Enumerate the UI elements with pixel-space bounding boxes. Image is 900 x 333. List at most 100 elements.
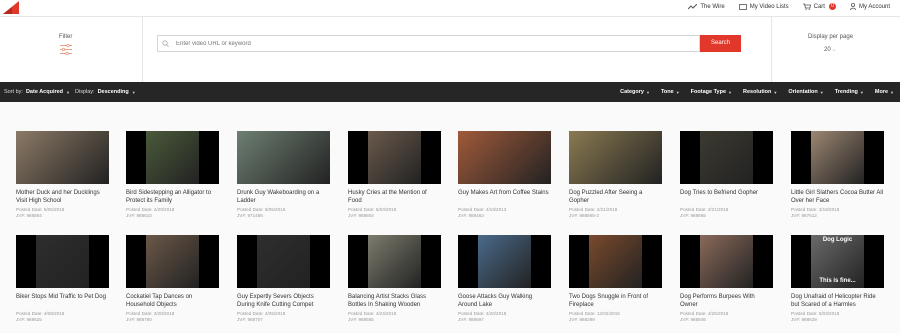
video-jv-number: JV#: 988846 xyxy=(680,317,706,322)
video-title[interactable]: Guy Makes Art from Coffee Stains xyxy=(458,189,551,205)
display-per-page: Display per page 20 ⌵ xyxy=(771,17,900,83)
video-frame xyxy=(237,131,330,184)
video-card[interactable]: Guy Makes Art from Coffee Stains Posted D… xyxy=(458,131,551,219)
video-frame xyxy=(589,235,642,288)
video-jv-number: JV#: 988865-2 xyxy=(569,213,599,218)
video-jv-number: JV#: 988804 xyxy=(348,213,374,218)
video-title[interactable]: Balancing Artist Stacks Glass Bottles In… xyxy=(348,293,441,309)
video-title[interactable]: Cockatiel Tap Dances on Household Object… xyxy=(126,293,219,309)
filter-category[interactable]: Category ▼ xyxy=(620,89,650,95)
video-title[interactable]: Dog Tries to Befriend Gopher xyxy=(680,189,773,205)
video-card[interactable]: Guy Expertly Severs Objects During Knife… xyxy=(237,235,330,323)
video-thumbnail[interactable] xyxy=(680,131,773,184)
video-jv-number: JV#: 988697 xyxy=(458,317,484,322)
video-title[interactable]: Dog Unafraid of Helicopter Ride but Scar… xyxy=(791,293,884,309)
video-thumbnail[interactable] xyxy=(126,235,219,288)
video-frame xyxy=(146,131,199,184)
display-per-page-label: Display per page xyxy=(808,34,854,40)
video-frame xyxy=(36,235,89,288)
video-thumbnail[interactable]: Dog Logic This is fine... xyxy=(791,235,884,288)
video-thumbnail[interactable] xyxy=(458,235,551,288)
chevron-down-icon: ▼ xyxy=(675,89,680,95)
cart-count-badge: 0 xyxy=(828,3,836,10)
display-order-label: Display: xyxy=(75,89,95,95)
video-frame xyxy=(257,235,310,288)
video-card[interactable]: Dog Performs Burpees With Owner Posted Da… xyxy=(680,235,773,323)
filter-orientation[interactable]: Orientation ▼ xyxy=(788,89,823,95)
video-thumbnail[interactable] xyxy=(791,131,884,184)
video-card[interactable]: Dog Puzzled After Seeing a Gopher Posted … xyxy=(569,131,662,219)
display-order-dropdown[interactable]: Display: Descending ▼ xyxy=(75,89,136,95)
top-bar: The Wire My Video Lists Cart 0 My Accoun… xyxy=(0,0,900,16)
video-thumbnail[interactable] xyxy=(237,131,330,184)
video-title[interactable]: Goose Attacks Guy Walking Around Lake xyxy=(458,293,551,309)
logo-icon[interactable] xyxy=(3,1,19,14)
video-title[interactable]: Guy Expertly Severs Objects During Knife… xyxy=(237,293,330,309)
search-panel: Filter Search Display per page 20 ⌵ xyxy=(0,16,900,83)
display-per-page-select[interactable]: 20 ⌵ xyxy=(824,47,835,53)
search-button[interactable]: Search xyxy=(700,35,741,52)
video-card[interactable]: Mother Duck and her Ducklings Visit High… xyxy=(16,131,109,219)
nav-my-account[interactable]: My Account xyxy=(850,3,890,10)
filter-tone[interactable]: Tone ▼ xyxy=(661,89,680,95)
video-thumbnail[interactable] xyxy=(348,235,441,288)
video-card[interactable]: Balancing Artist Stacks Glass Bottles In… xyxy=(348,235,441,323)
video-frame xyxy=(700,131,753,184)
video-title[interactable]: Dog Puzzled After Seeing a Gopher xyxy=(569,189,662,205)
video-card[interactable]: Drunk Guy Wakeboarding on a Ladder Posted… xyxy=(237,131,330,219)
video-card[interactable]: Two Dogs Snuggle in Front of Fireplace Po… xyxy=(569,235,662,323)
video-thumbnail[interactable] xyxy=(126,131,219,184)
video-thumbnail[interactable] xyxy=(458,131,551,184)
video-thumbnail[interactable] xyxy=(569,131,662,184)
video-card[interactable]: Dog Tries to Befriend Gopher Posted Date:… xyxy=(680,131,773,219)
display-order-value: Descending xyxy=(97,89,129,95)
video-title[interactable]: Drunk Guy Wakeboarding on a Ladder xyxy=(237,189,330,205)
search-input[interactable] xyxy=(157,35,700,52)
video-card[interactable]: Goose Attacks Guy Walking Around Lake Pos… xyxy=(458,235,551,323)
nav-video-lists-label: My Video Lists xyxy=(749,3,789,10)
video-title[interactable]: Little Girl Slathers Cocoa Butter All Ov… xyxy=(791,189,884,205)
video-title[interactable]: Biker Stops Mid Traffic to Pet Dog xyxy=(16,293,109,309)
sort-by-dropdown[interactable]: Sort by: Date Acquired ▼ xyxy=(4,89,70,95)
video-jv-number: JV#: 988810 xyxy=(126,213,152,218)
sort-bar: Sort by: Date Acquired ▼ Display: Descen… xyxy=(0,82,900,102)
video-title[interactable]: Husky Cries at the Mention of Food xyxy=(348,189,441,205)
video-grid: Mother Duck and her Ducklings Visit High… xyxy=(0,102,900,333)
nav-video-lists[interactable]: My Video Lists xyxy=(738,3,789,10)
nav-my-account-label: My Account xyxy=(858,3,890,10)
video-title[interactable]: Dog Performs Burpees With Owner xyxy=(680,293,773,309)
video-jv-number: JV#: 988399 xyxy=(569,317,595,322)
sort-by-value: Date Acquired xyxy=(25,89,64,95)
nav-the-wire[interactable]: The Wire xyxy=(688,3,725,10)
video-thumbnail[interactable] xyxy=(569,235,662,288)
video-card[interactable]: Bird Sidestepping an Alligator to Protec… xyxy=(126,131,219,219)
video-title[interactable]: Bird Sidestepping an Alligator to Protec… xyxy=(126,189,219,205)
video-thumbnail[interactable] xyxy=(16,131,109,184)
video-thumbnail[interactable] xyxy=(237,235,330,288)
video-jv-number: JV#: 971486 xyxy=(237,213,263,218)
video-card[interactable]: Cockatiel Tap Dances on Household Object… xyxy=(126,235,219,323)
video-frame xyxy=(478,235,531,288)
video-title[interactable]: Two Dogs Snuggle in Front of Fireplace xyxy=(569,293,662,309)
filter-dropdowns: Category ▼ Tone ▼ Footage Type ▼ Resolution… xyxy=(620,89,894,95)
filter-footage-type[interactable]: Footage Type ▼ xyxy=(691,89,732,95)
filter-resolution[interactable]: Resolution ▼ xyxy=(743,89,777,95)
video-frame xyxy=(368,235,421,288)
video-card[interactable]: Little Girl Slathers Cocoa Butter All Ov… xyxy=(791,131,884,219)
video-thumbnail[interactable] xyxy=(348,131,441,184)
video-thumbnail[interactable] xyxy=(680,235,773,288)
video-card[interactable]: Husky Cries at the Mention of Food Posted… xyxy=(348,131,441,219)
nav-cart[interactable]: Cart 0 xyxy=(802,3,836,10)
video-card[interactable]: Dog Logic This is fine... Dog Unafraid of … xyxy=(791,235,884,323)
filter-more[interactable]: More ▼ xyxy=(875,89,894,95)
chevron-down-icon: ▼ xyxy=(859,89,864,95)
chevron-down-icon: ▼ xyxy=(645,89,650,95)
filter-trending[interactable]: Trending ▼ xyxy=(835,89,864,95)
overlay-this-is-fine: This is fine... xyxy=(819,278,856,284)
filter-toggle[interactable]: Filter xyxy=(0,17,143,83)
search-icon xyxy=(162,40,169,47)
video-card[interactable]: Biker Stops Mid Traffic to Pet Dog Posted… xyxy=(16,235,109,323)
video-title[interactable]: Mother Duck and her Ducklings Visit High… xyxy=(16,189,109,205)
video-thumbnail[interactable] xyxy=(16,235,109,288)
chevron-down-icon: ⌵ xyxy=(832,47,836,52)
